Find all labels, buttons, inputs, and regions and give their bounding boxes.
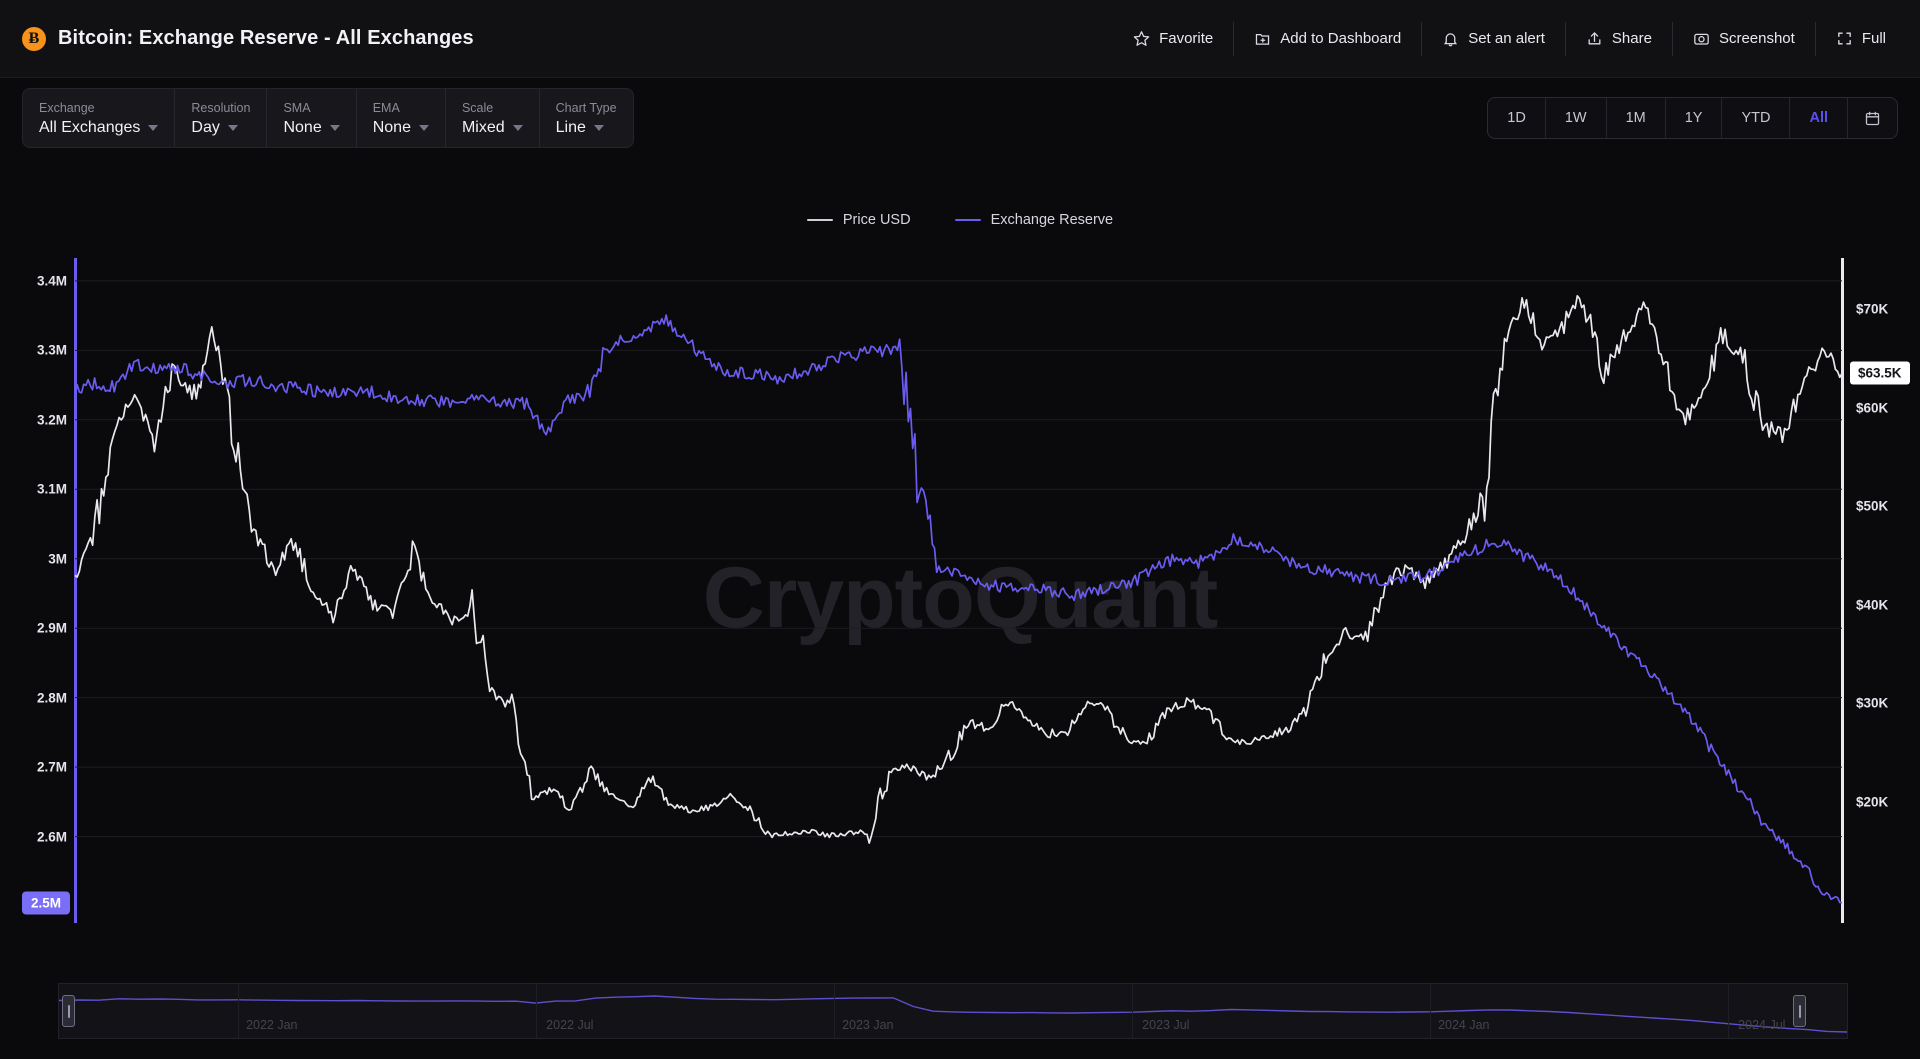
price-value-badge: $63.5K xyxy=(1850,361,1910,385)
scale-dropdown[interactable]: Scale Mixed xyxy=(446,89,540,147)
page-header: Ƀ Bitcoin: Exchange Reserve - All Exchan… xyxy=(0,0,1920,78)
ema-dropdown-label: EMA xyxy=(372,100,400,115)
chevron-down-icon xyxy=(329,124,340,131)
minimap-plot xyxy=(59,995,1847,1033)
favorite-button[interactable]: Favorite xyxy=(1113,21,1235,56)
range-button-1d[interactable]: 1D xyxy=(1488,98,1546,138)
minimap-gridline xyxy=(1727,984,1729,1038)
chart-type-dropdown-label: Chart Type xyxy=(555,100,617,115)
minimap-gridline xyxy=(535,984,537,1038)
fullscreen-icon xyxy=(1836,30,1853,47)
ema-dropdown[interactable]: EMA None xyxy=(357,89,446,147)
reserve-value-badge: 2.5M xyxy=(22,891,71,915)
legend-item-price-usd[interactable]: Price USD xyxy=(806,212,911,228)
fullscreen-button[interactable]: Full xyxy=(1816,22,1904,56)
resolution-dropdown[interactable]: Resolution Day xyxy=(175,89,268,147)
chevron-down-icon xyxy=(227,124,238,131)
chart-type-dropdown[interactable]: Chart Type Line xyxy=(540,89,633,147)
y-axis-left-tick: 3M xyxy=(48,551,67,567)
chart-settings-group: Exchange All Exchanges Resolution Day SM… xyxy=(22,88,634,148)
share-button[interactable]: Share xyxy=(1566,21,1673,56)
calendar-icon xyxy=(1864,110,1881,127)
scale-dropdown-label: Scale xyxy=(461,100,494,115)
exchange-dropdown-label: Exchange xyxy=(39,100,95,115)
screenshot-label: Screenshot xyxy=(1718,30,1795,47)
add-to-dashboard-label: Add to Dashboard xyxy=(1280,30,1402,47)
set-alert-label: Set an alert xyxy=(1468,30,1545,47)
star-icon xyxy=(1133,30,1150,47)
legend-swatch-exchange-reserve xyxy=(954,218,981,222)
y-axis-left-tick: 3.3M xyxy=(36,342,67,358)
sma-dropdown[interactable]: SMA None xyxy=(267,89,357,147)
bell-icon xyxy=(1442,30,1459,47)
y-axis-left-tick: 2.9M xyxy=(36,620,67,636)
chevron-down-icon xyxy=(418,124,429,131)
screenshot-button[interactable]: Screenshot xyxy=(1673,21,1816,56)
page-title: Bitcoin: Exchange Reserve - All Exchange… xyxy=(58,27,474,49)
scale-dropdown-value: Mixed xyxy=(461,118,505,136)
y-axis-right-tick: $60K xyxy=(1856,400,1889,416)
range-button-all[interactable]: All xyxy=(1790,98,1848,138)
range-minimap[interactable]: 2022 Jan 2022 Jul 2023 Jan 2023 Jul 2024 Jan… xyxy=(58,983,1848,1039)
time-range-group: 1D 1W 1M 1Y YTD All xyxy=(1487,97,1898,139)
title-block: Ƀ Bitcoin: Exchange Reserve - All Exchan… xyxy=(0,26,474,51)
fullscreen-label: Full xyxy=(1861,30,1886,47)
range-button-ytd[interactable]: YTD xyxy=(1722,98,1791,138)
chart-legend: Price USD Exchange Reserve xyxy=(0,212,1920,228)
control-bar: Exchange All Exchanges Resolution Day SM… xyxy=(0,78,1920,158)
y-axis-right-tick: $40K xyxy=(1856,597,1889,613)
minimap-gridline xyxy=(1429,984,1431,1038)
exchange-dropdown[interactable]: Exchange All Exchanges xyxy=(23,89,176,147)
chevron-down-icon xyxy=(512,124,523,131)
minimap-gridline xyxy=(833,984,835,1038)
range-button-1m[interactable]: 1M xyxy=(1607,98,1666,138)
calendar-button[interactable] xyxy=(1848,98,1897,138)
add-to-dashboard-icon xyxy=(1254,30,1271,47)
resolution-dropdown-label: Resolution xyxy=(191,100,251,115)
share-label: Share xyxy=(1611,30,1652,47)
sma-dropdown-value: None xyxy=(283,118,322,136)
resolution-dropdown-value: Day xyxy=(191,118,220,136)
y-axis-right-tick: $30K xyxy=(1856,695,1889,711)
y-axis-left-tick: 3.4M xyxy=(36,273,67,289)
y-axis-left-tick: 2.7M xyxy=(36,759,67,775)
y-axis-left-tick: 3.2M xyxy=(36,412,67,428)
chart-plot[interactable] xyxy=(75,260,1842,920)
bitcoin-icon: Ƀ xyxy=(22,26,46,51)
minimap-handle-right[interactable] xyxy=(1793,995,1806,1027)
camera-icon xyxy=(1693,30,1710,47)
y-axis-left-tick: 2.8M xyxy=(36,690,67,706)
y-axis-left-tick: 3.1M xyxy=(36,481,67,497)
range-button-1y[interactable]: 1Y xyxy=(1666,98,1723,138)
share-icon xyxy=(1586,30,1603,47)
exchange-dropdown-value: All Exchanges xyxy=(39,118,141,136)
chart-type-dropdown-value: Line xyxy=(555,118,586,136)
chart-page: Ƀ Bitcoin: Exchange Reserve - All Exchan… xyxy=(0,0,1920,1059)
legend-label-price-usd: Price USD xyxy=(842,212,911,228)
ema-dropdown-value: None xyxy=(372,118,411,136)
set-alert-button[interactable]: Set an alert xyxy=(1422,21,1566,56)
legend-item-exchange-reserve[interactable]: Exchange Reserve xyxy=(954,212,1114,228)
add-to-dashboard-button[interactable]: Add to Dashboard xyxy=(1234,21,1423,56)
minimap-handle-left[interactable] xyxy=(62,995,75,1027)
minimap-gridline xyxy=(237,984,239,1038)
y-axis-right-tick: $70K xyxy=(1856,301,1889,317)
legend-label-exchange-reserve: Exchange Reserve xyxy=(990,212,1114,228)
favorite-label: Favorite xyxy=(1159,30,1214,47)
sma-dropdown-label: SMA xyxy=(283,100,311,115)
chart-canvas-area[interactable]: CryptoQuant 3.4M 3.3M 3.2M 3.1M 3M 2.9M 2.8M 2.… xyxy=(0,248,1920,948)
chevron-down-icon xyxy=(148,124,159,131)
y-axis-right-tick: $50K xyxy=(1856,498,1889,514)
header-actions: Favorite Add to Dashboard Set an alert S… xyxy=(1113,0,1920,77)
y-axis-right-tick: $20K xyxy=(1856,794,1889,810)
legend-swatch-price-usd xyxy=(806,218,833,222)
range-button-1w[interactable]: 1W xyxy=(1546,98,1607,138)
minimap-gridline xyxy=(1131,984,1133,1038)
chevron-down-icon xyxy=(593,124,604,131)
y-axis-left-tick: 2.6M xyxy=(36,829,67,845)
